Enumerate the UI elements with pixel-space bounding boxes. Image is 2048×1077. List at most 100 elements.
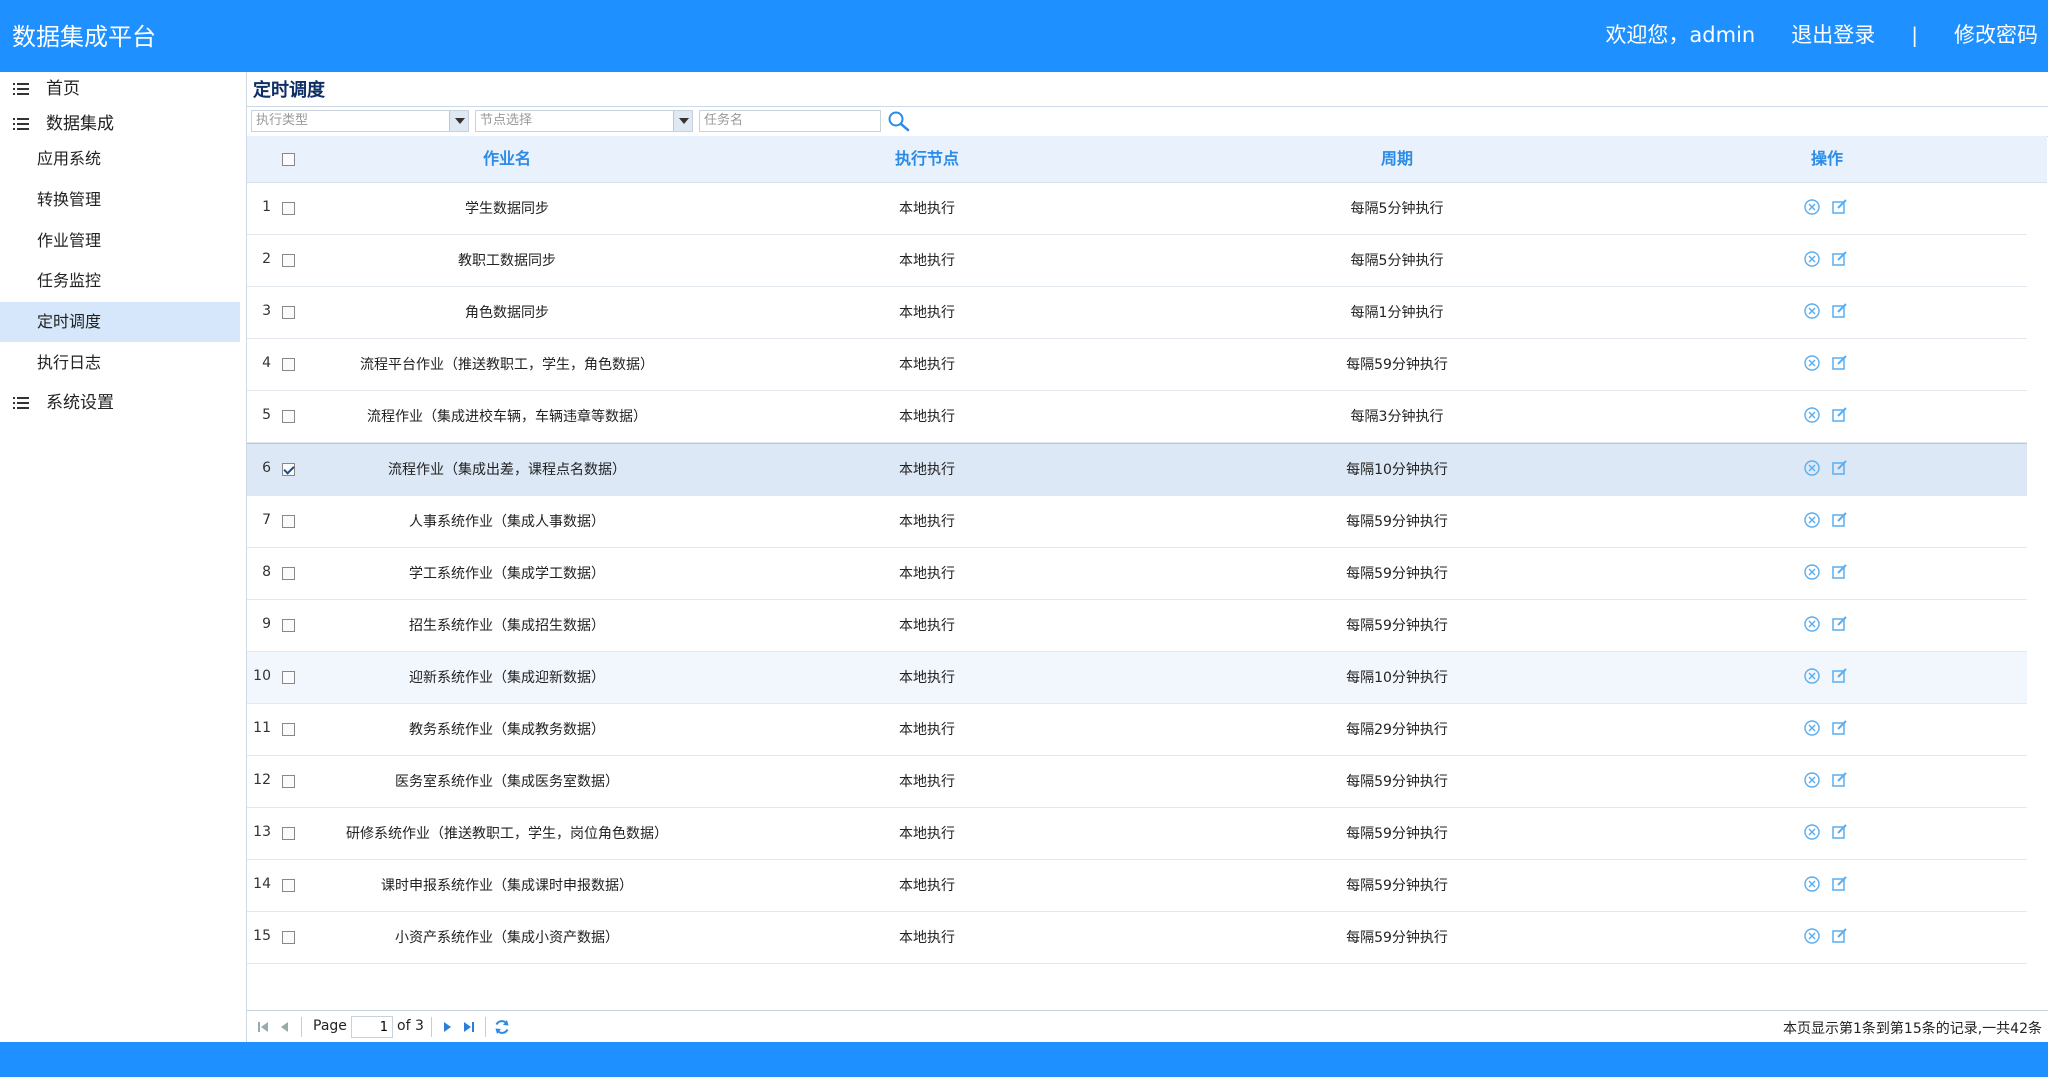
column-header-period[interactable]: 周期	[1247, 136, 1547, 182]
delete-icon[interactable]	[1803, 406, 1821, 424]
delete-icon[interactable]	[1803, 354, 1821, 372]
node-select[interactable]: 节点选择	[475, 110, 693, 132]
edit-icon[interactable]	[1831, 459, 1849, 477]
row-checkbox[interactable]	[282, 306, 295, 319]
row-checkbox[interactable]	[282, 775, 295, 788]
row-checkbox[interactable]	[282, 879, 295, 892]
edit-icon[interactable]	[1831, 563, 1849, 581]
delete-icon[interactable]	[1803, 667, 1821, 685]
cell-period: 每隔59分钟执行	[1346, 357, 1448, 373]
sidebar-item-transform-management[interactable]: 转换管理	[0, 180, 240, 220]
table-row[interactable]: 4 流程平台作业（推送教职工，学生，角色数据） 本地执行 每隔59分钟执行	[247, 339, 2027, 391]
cell-actions	[1803, 563, 1855, 583]
row-checkbox[interactable]	[282, 827, 295, 840]
edit-icon[interactable]	[1831, 667, 1849, 685]
sidebar-item-exec-log[interactable]: 执行日志	[0, 343, 240, 383]
sidebar-item-data-integration[interactable]: 数据集成	[0, 107, 246, 141]
delete-icon[interactable]	[1803, 511, 1821, 529]
delete-icon[interactable]	[1803, 563, 1821, 581]
row-checkbox[interactable]	[282, 931, 295, 944]
delete-icon[interactable]	[1803, 719, 1821, 737]
cell-job-name: 学生数据同步	[465, 201, 549, 217]
edit-icon[interactable]	[1831, 927, 1849, 945]
table-row[interactable]: 3 角色数据同步 本地执行 每隔1分钟执行	[247, 287, 2027, 339]
sidebar-item-job-management[interactable]: 作业管理	[0, 221, 240, 261]
edit-icon[interactable]	[1831, 823, 1849, 841]
delete-icon[interactable]	[1803, 927, 1821, 945]
cell-exec-node: 本地执行	[899, 670, 955, 686]
row-checkbox[interactable]	[282, 723, 295, 736]
cell-period: 每隔59分钟执行	[1346, 618, 1448, 634]
delete-icon[interactable]	[1803, 250, 1821, 268]
row-checkbox[interactable]	[282, 515, 295, 528]
last-page-icon[interactable]	[461, 1019, 477, 1035]
select-all-checkbox[interactable]	[282, 153, 295, 166]
table-row[interactable]: 11 教务系统作业（集成教务数据） 本地执行 每隔29分钟执行	[247, 704, 2027, 756]
sidebar-item-home[interactable]: 首页	[0, 72, 246, 106]
refresh-icon[interactable]	[493, 1018, 511, 1036]
row-checkbox[interactable]	[282, 567, 295, 580]
delete-icon[interactable]	[1803, 615, 1821, 633]
cell-exec-node: 本地执行	[899, 409, 955, 425]
table-row[interactable]: 8 学工系统作业（集成学工数据） 本地执行 每隔59分钟执行	[247, 548, 2027, 600]
table-row[interactable]: 9 招生系统作业（集成招生数据） 本地执行 每隔59分钟执行	[247, 600, 2027, 652]
delete-icon[interactable]	[1803, 771, 1821, 789]
row-checkbox[interactable]	[282, 463, 295, 476]
page-number-input[interactable]	[351, 1016, 393, 1038]
table-row[interactable]: 12 医务室系统作业（集成医务室数据） 本地执行 每隔59分钟执行	[247, 756, 2027, 808]
sidebar-item-system-settings[interactable]: 系统设置	[0, 386, 246, 420]
sidebar-item-app-systems[interactable]: 应用系统	[0, 139, 240, 179]
cell-actions	[1803, 302, 1855, 322]
delete-icon[interactable]	[1803, 459, 1821, 477]
exec-type-select[interactable]: 执行类型	[251, 110, 469, 132]
row-checkbox[interactable]	[282, 358, 295, 371]
change-password-link[interactable]: 修改密码	[1954, 18, 2038, 52]
delete-icon[interactable]	[1803, 823, 1821, 841]
edit-icon[interactable]	[1831, 302, 1849, 320]
row-index: 7	[262, 512, 271, 528]
edit-icon[interactable]	[1831, 875, 1849, 893]
row-checkbox[interactable]	[282, 254, 295, 267]
edit-icon[interactable]	[1831, 511, 1849, 529]
search-icon[interactable]	[887, 110, 911, 132]
table-row[interactable]: 13 研修系统作业（推送教职工，学生，岗位角色数据） 本地执行 每隔59分钟执行	[247, 808, 2027, 860]
row-checkbox[interactable]	[282, 671, 295, 684]
prev-page-icon[interactable]	[277, 1019, 293, 1035]
edit-icon[interactable]	[1831, 250, 1849, 268]
edit-icon[interactable]	[1831, 719, 1849, 737]
column-header-job-name[interactable]: 作业名	[307, 136, 707, 182]
sidebar-item-task-monitor[interactable]: 任务监控	[0, 261, 240, 301]
edit-icon[interactable]	[1831, 198, 1849, 216]
delete-icon[interactable]	[1803, 302, 1821, 320]
table-row[interactable]: 1 学生数据同步 本地执行 每隔5分钟执行	[247, 183, 2027, 235]
edit-icon[interactable]	[1831, 406, 1849, 424]
table-row[interactable]: 6 流程作业（集成出差，课程点名数据） 本地执行 每隔10分钟执行	[247, 443, 2027, 496]
table-row[interactable]: 5 流程作业（集成进校车辆，车辆违章等数据） 本地执行 每隔3分钟执行	[247, 391, 2027, 443]
cell-job-name: 教职工数据同步	[458, 253, 556, 269]
delete-icon[interactable]	[1803, 198, 1821, 216]
cell-period: 每隔1分钟执行	[1350, 305, 1444, 321]
table-row[interactable]: 14 课时申报系统作业（集成课时申报数据） 本地执行 每隔59分钟执行	[247, 860, 2027, 912]
cell-exec-node: 本地执行	[899, 722, 955, 738]
edit-icon[interactable]	[1831, 771, 1849, 789]
sidebar-item-scheduled-dispatch[interactable]: 定时调度	[0, 302, 240, 342]
delete-icon[interactable]	[1803, 875, 1821, 893]
column-header-exec-node[interactable]: 执行节点	[827, 136, 1027, 182]
edit-icon[interactable]	[1831, 615, 1849, 633]
row-checkbox[interactable]	[282, 202, 295, 215]
table-row[interactable]: 15 小资产系统作业（集成小资产数据） 本地执行 每隔59分钟执行	[247, 912, 2027, 964]
cell-job-name: 迎新系统作业（集成迎新数据）	[409, 670, 605, 686]
chevron-down-icon[interactable]	[673, 111, 692, 131]
next-page-icon[interactable]	[439, 1019, 455, 1035]
task-name-input[interactable]: 任务名	[699, 110, 881, 132]
logout-link[interactable]: 退出登录	[1791, 18, 1875, 52]
cell-job-name: 角色数据同步	[465, 305, 549, 321]
row-checkbox[interactable]	[282, 619, 295, 632]
table-row[interactable]: 7 人事系统作业（集成人事数据） 本地执行 每隔59分钟执行	[247, 496, 2027, 548]
edit-icon[interactable]	[1831, 354, 1849, 372]
table-row[interactable]: 10 迎新系统作业（集成迎新数据） 本地执行 每隔10分钟执行	[247, 652, 2027, 704]
first-page-icon[interactable]	[255, 1019, 271, 1035]
chevron-down-icon[interactable]	[449, 111, 468, 131]
row-checkbox[interactable]	[282, 410, 295, 423]
table-row[interactable]: 2 教职工数据同步 本地执行 每隔5分钟执行	[247, 235, 2027, 287]
